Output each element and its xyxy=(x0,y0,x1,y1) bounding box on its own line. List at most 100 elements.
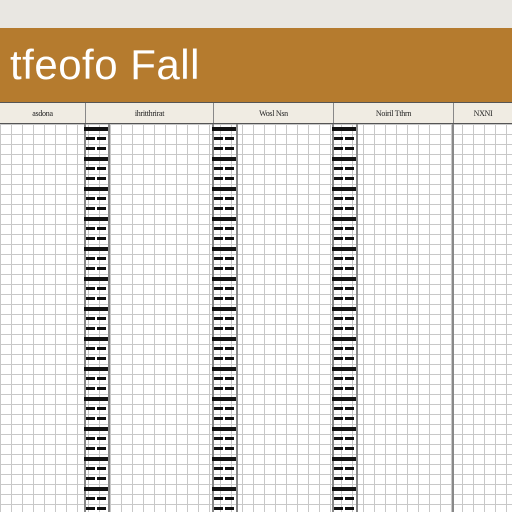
tick-mark xyxy=(223,337,236,341)
tick-mark xyxy=(214,197,223,200)
tick-mark xyxy=(214,237,223,240)
tick-mark xyxy=(334,287,343,290)
tick-mark xyxy=(345,147,354,150)
tick-mark xyxy=(343,457,356,461)
tick-mark xyxy=(86,227,95,230)
tick-mark xyxy=(225,197,234,200)
tick-mark xyxy=(97,467,106,470)
tick-mark xyxy=(95,277,108,281)
tick-mark xyxy=(214,447,223,450)
tick-mark xyxy=(345,317,354,320)
tick-mark xyxy=(95,487,108,491)
tick-mark xyxy=(214,387,223,390)
tick-mark xyxy=(345,377,354,380)
tick-mark xyxy=(345,287,354,290)
tick-mark xyxy=(225,287,234,290)
tick-mark xyxy=(86,257,95,260)
column-separator xyxy=(236,124,238,512)
tick-mark xyxy=(345,197,354,200)
tick-mark xyxy=(97,497,106,500)
column-separator xyxy=(452,124,454,512)
tick-mark xyxy=(86,447,95,450)
tick-mark xyxy=(225,147,234,150)
tick-mark xyxy=(225,357,234,360)
tick-mark xyxy=(334,507,343,510)
tick-mark xyxy=(225,177,234,180)
tick-mark xyxy=(86,197,95,200)
tick-mark xyxy=(214,437,223,440)
tick-mark xyxy=(345,267,354,270)
tick-mark xyxy=(86,497,95,500)
tick-mark xyxy=(214,327,223,330)
tick-mark xyxy=(95,337,108,341)
tick-mark xyxy=(86,477,95,480)
column-header[interactable]: asdona xyxy=(0,103,85,123)
tick-mark xyxy=(225,297,234,300)
tick-mark xyxy=(345,387,354,390)
tick-mark xyxy=(334,497,343,500)
tick-mark xyxy=(97,147,106,150)
tick-mark xyxy=(345,167,354,170)
tick-mark xyxy=(343,397,356,401)
tick-mark xyxy=(225,207,234,210)
tick-mark xyxy=(334,327,343,330)
tick-mark xyxy=(345,257,354,260)
tick-mark xyxy=(86,467,95,470)
tick-mark xyxy=(97,477,106,480)
tick-mark xyxy=(225,417,234,420)
tick-mark xyxy=(343,367,356,371)
tick-mark xyxy=(214,267,223,270)
tick-mark xyxy=(334,467,343,470)
tick-mark xyxy=(345,437,354,440)
tick-mark xyxy=(97,287,106,290)
tick-mark xyxy=(97,347,106,350)
tick-mark xyxy=(345,497,354,500)
tick-mark xyxy=(86,297,95,300)
tick-mark xyxy=(334,317,343,320)
tick-mark xyxy=(334,377,343,380)
tick-mark xyxy=(345,347,354,350)
tick-mark xyxy=(214,407,223,410)
binding-tick-column xyxy=(333,124,344,512)
tick-mark xyxy=(214,137,223,140)
tick-mark xyxy=(97,207,106,210)
tick-mark xyxy=(334,207,343,210)
binding-tick-column xyxy=(224,124,235,512)
tick-mark xyxy=(223,307,236,311)
tick-mark xyxy=(334,137,343,140)
tick-mark xyxy=(334,237,343,240)
tick-mark xyxy=(223,217,236,221)
tick-mark xyxy=(334,227,343,230)
tick-mark xyxy=(86,267,95,270)
tick-mark xyxy=(97,177,106,180)
tick-mark xyxy=(86,327,95,330)
tick-mark xyxy=(345,407,354,410)
tick-mark xyxy=(214,257,223,260)
tick-mark xyxy=(343,277,356,281)
tick-mark xyxy=(214,287,223,290)
tick-mark xyxy=(97,387,106,390)
tick-mark xyxy=(97,417,106,420)
tick-mark xyxy=(225,227,234,230)
column-header[interactable]: Wosl Nsn xyxy=(213,103,333,123)
column-header[interactable]: ihritthrirat xyxy=(85,103,213,123)
tick-mark xyxy=(223,157,236,161)
tick-mark xyxy=(225,407,234,410)
tick-mark xyxy=(86,167,95,170)
tick-mark xyxy=(345,507,354,510)
column-header[interactable]: Noiril Tthrn xyxy=(333,103,453,123)
tick-mark xyxy=(95,397,108,401)
tick-mark xyxy=(86,507,95,510)
tick-mark xyxy=(334,347,343,350)
tick-mark xyxy=(214,227,223,230)
spreadsheet-grid[interactable] xyxy=(0,124,512,512)
tick-mark xyxy=(214,357,223,360)
tick-mark xyxy=(225,507,234,510)
tick-mark xyxy=(95,187,108,191)
column-header[interactable]: NXNI xyxy=(453,103,512,123)
app-window: tfeofo Fall asdona ihritthrirat Wosl Nsn… xyxy=(0,0,512,512)
tick-mark xyxy=(334,447,343,450)
tick-mark xyxy=(97,267,106,270)
tick-mark xyxy=(334,257,343,260)
tick-mark xyxy=(345,297,354,300)
